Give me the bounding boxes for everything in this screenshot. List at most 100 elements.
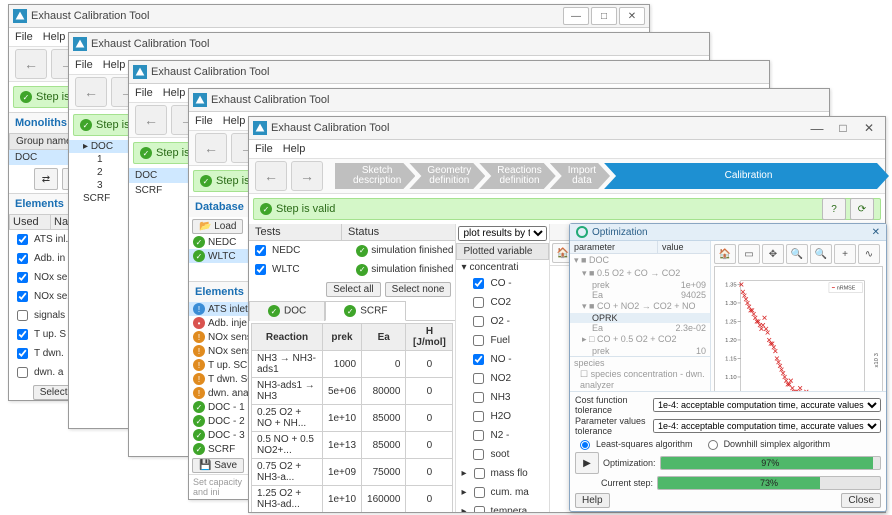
test-nedc[interactable]: NEDC✓simulation finished <box>249 241 455 260</box>
cb-n2[interactable] <box>473 430 484 441</box>
nav-back[interactable]: ← <box>195 133 227 163</box>
nav-back[interactable]: ← <box>135 105 167 135</box>
zoom-out-icon[interactable]: 🔍 <box>810 244 832 264</box>
opt-root[interactable]: DOC <box>589 255 609 265</box>
opt-value-hdr: value <box>657 241 710 253</box>
close-button[interactable]: ✕ <box>857 120 881 136</box>
help-icon[interactable]: ? <box>822 198 846 220</box>
menu-help[interactable]: Help <box>223 115 246 127</box>
svg-text:1.20: 1.20 <box>725 338 737 344</box>
cb-soot[interactable] <box>473 449 484 460</box>
grp-temp[interactable]: ▸ tempera <box>459 502 546 512</box>
load-button[interactable]: 📂 Load <box>192 219 243 234</box>
crosshair-icon[interactable]: + <box>834 244 856 264</box>
elements-hdr-used: Used <box>10 215 51 229</box>
valid-text: Step is valid <box>276 203 335 215</box>
select-icon[interactable]: ▭ <box>738 244 760 264</box>
close-button[interactable]: ✕ <box>619 7 645 25</box>
warning-icon: ! <box>193 303 205 315</box>
menu-help[interactable]: Help <box>163 87 186 99</box>
reaction-row[interactable]: 1.25 O2 + NH3-ad...1e+101600000 <box>252 486 453 513</box>
nav-back[interactable]: ← <box>255 161 287 191</box>
opt-selected-param[interactable]: OPRK <box>592 313 618 323</box>
cb-no2[interactable] <box>473 373 484 384</box>
save-button[interactable]: 💾 Save <box>192 458 244 473</box>
minimize-button[interactable]: — <box>805 120 829 136</box>
pan-icon[interactable]: ✥ <box>762 244 784 264</box>
grp-mass[interactable]: ▸ mass flo <box>459 464 546 483</box>
app-icon <box>253 121 267 135</box>
opt-param-hdr: parameter <box>570 241 657 253</box>
cb-o2[interactable] <box>473 316 484 327</box>
reaction-row[interactable]: NH3-ads1 → NH35e+06800000 <box>252 378 453 405</box>
opt-rx-2[interactable]: CO + NO2 → CO2 + NO <box>597 301 696 311</box>
svg-text:1.35: 1.35 <box>725 282 737 288</box>
reaction-row[interactable]: 0.25 O2 + NO + NH...1e+10850000 <box>252 405 453 432</box>
step-geometry[interactable]: Geometrydefinition <box>409 163 485 189</box>
swap-left-icon[interactable]: ⇄ <box>34 168 58 190</box>
grp-concentration[interactable]: ▾ concentrati <box>459 261 546 274</box>
opt-alg-simplex[interactable]: Downhill simplex algorithm <box>703 437 831 450</box>
select-all-button[interactable]: Select all <box>326 282 381 297</box>
menu-help[interactable]: Help <box>43 31 66 43</box>
opt-titlebar: Optimization ✕ <box>570 224 886 241</box>
app-icon <box>13 9 27 23</box>
opt-rx-1[interactable]: 0.5 O2 + CO → CO2 <box>597 268 680 278</box>
menu-file[interactable]: File <box>195 115 213 127</box>
opt-help-button[interactable]: Help <box>575 493 610 508</box>
cb-nh3[interactable] <box>473 392 484 403</box>
titlebar: Exhaust Calibration Tool — □ ✕ <box>249 117 885 140</box>
menu-file[interactable]: File <box>75 59 93 71</box>
svg-text:1.30: 1.30 <box>725 301 737 307</box>
cb-h2o[interactable] <box>473 411 484 422</box>
opt-cft-select[interactable]: 1e-4: acceptable computation time, accur… <box>653 398 881 412</box>
ok-icon: ✓ <box>356 264 368 276</box>
opt-close-icon[interactable]: ✕ <box>872 227 880 238</box>
opt-rx-3[interactable]: CO + 0.5 O2 + CO2 <box>597 334 677 344</box>
tab-scrf[interactable]: ✓SCRF <box>325 301 406 321</box>
menu-file[interactable]: File <box>255 143 273 155</box>
menu-file[interactable]: File <box>15 31 33 43</box>
step-sketch[interactable]: Sketchdescription <box>335 163 415 189</box>
maximize-button[interactable]: □ <box>591 7 617 25</box>
catalyst-tabs: ✓DOC ✓SCRF <box>249 300 455 321</box>
ok-icon: ✓ <box>193 401 205 413</box>
test-wltc[interactable]: WLTC✓simulation finished <box>249 260 455 279</box>
reaction-row[interactable]: 0.75 O2 + NH3-a...1e+09750000 <box>252 459 453 486</box>
home-icon[interactable]: 🏠 <box>714 244 736 264</box>
menu-help[interactable]: Help <box>283 143 306 155</box>
maximize-button[interactable]: □ <box>831 120 855 136</box>
refresh-icon[interactable]: ⟳ <box>850 198 874 220</box>
opt-alg-lsq[interactable]: Least-squares algorithm <box>575 437 693 450</box>
nav-forward[interactable]: → <box>291 161 323 191</box>
opt-pvt-select[interactable]: 1e-4: acceptable computation time, accur… <box>653 419 881 433</box>
nav-back[interactable]: ← <box>75 77 107 107</box>
reaction-row[interactable]: NH3 → NH3-ads1100000 <box>252 351 453 378</box>
menu-file[interactable]: File <box>135 87 153 99</box>
minimize-button[interactable]: — <box>563 7 589 25</box>
step-import[interactable]: Importdata <box>550 163 610 189</box>
reaction-row[interactable]: 0.5 NO + 0.5 NO2+...1e+13850000 <box>252 432 453 459</box>
svg-text:nRMSE: nRMSE <box>837 286 856 292</box>
cb-no[interactable] <box>473 354 484 365</box>
crosshair2-icon[interactable]: ∿ <box>858 244 880 264</box>
ok-icon: ✓ <box>356 245 368 257</box>
menu-help[interactable]: Help <box>103 59 126 71</box>
opt-progress: 97% <box>660 456 881 470</box>
grp-cum[interactable]: ▸ cum. ma <box>459 483 546 502</box>
opt-chart-toolbar: 🏠 ▭ ✥ 🔍 🔍 + ∿ <box>714 244 883 264</box>
zoom-in-icon[interactable]: 🔍 <box>786 244 808 264</box>
nav-back[interactable]: ← <box>15 49 47 79</box>
select-none-button[interactable]: Select none <box>385 282 452 297</box>
cb-co[interactable] <box>473 278 484 289</box>
warn-icon: ! <box>193 345 205 357</box>
cb-fuel[interactable] <box>473 335 484 346</box>
plot-mode-select[interactable]: plot results by test <box>458 226 547 241</box>
cb-co2[interactable] <box>473 297 484 308</box>
step-calibration[interactable]: Calibration <box>604 163 889 189</box>
tab-doc[interactable]: ✓DOC <box>249 301 325 321</box>
opt-close-button[interactable]: Close <box>841 493 881 508</box>
opt-run-icon[interactable]: ▶ <box>575 452 599 474</box>
step-reactions[interactable]: Reactionsdefinition <box>479 163 555 189</box>
optimization-dialog: Optimization ✕ parameter value ▾ ■ DOC ▾… <box>569 223 887 512</box>
